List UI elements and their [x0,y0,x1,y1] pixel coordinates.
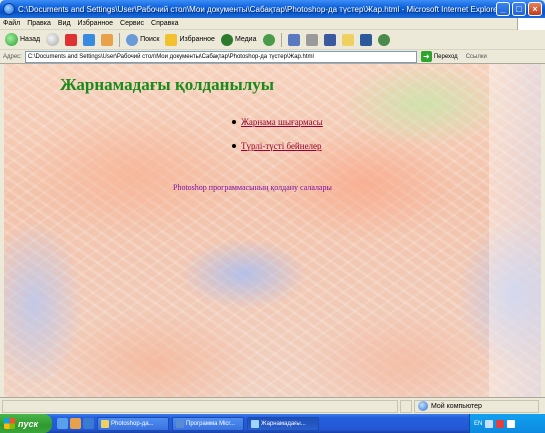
quick-launch-icon[interactable] [57,418,68,429]
security-zone: Мой компьютер [414,399,539,413]
status-bar: Мой компьютер [0,397,545,414]
start-label: пуск [18,418,39,429]
internet-explorer-icon [251,419,259,428]
forward-arrow-icon [46,33,60,46]
close-button[interactable]: × [528,2,542,16]
taskbar: пуск Photoshop-да... Программа Micr... Ж… [0,414,545,433]
tray-icon[interactable] [496,419,505,428]
taskbar-item-folder[interactable]: Photoshop-да... [97,416,169,431]
address-bar: Адрес: C:\Documents and Settings\User\Ра… [0,50,545,64]
messenger-icon [359,33,372,46]
search-button[interactable]: Поиск [124,32,161,48]
go-label: Переход [433,53,458,60]
task-label: Программа Micr... [186,420,236,427]
media-button[interactable]: Медиа [219,32,259,48]
start-button[interactable]: пуск [0,414,52,433]
toolbar-divider [280,32,282,47]
favorites-button[interactable]: Избранное [163,32,216,48]
menu-favorites[interactable]: Избранное [78,20,113,27]
task-label: Photoshop-да... [111,420,154,427]
minimize-button[interactable]: _ [496,2,510,16]
window-controls: _ □ × [496,2,542,16]
search-icon [126,33,139,46]
computer-icon [418,401,428,411]
status-text [2,399,398,413]
favorites-label: Избранное [179,36,215,43]
bullet-icon [232,120,236,124]
system-tray: EN [469,414,545,433]
address-label: Адрес: [3,53,22,60]
page-menu: Жарнама шығармасы Түрлі-түсті бейнелер [232,117,323,165]
status-cell [400,399,412,413]
stop-icon [65,33,78,46]
search-label: Поиск [140,36,160,43]
background-decoration [489,64,541,397]
menu-link-color-images[interactable]: Түрлі-түсті бейнелер [241,141,322,151]
menu-view[interactable]: Вид [58,20,71,27]
list-item: Жарнама шығармасы [232,117,323,127]
print-icon [305,33,318,46]
history-button[interactable] [261,32,277,48]
messenger-button[interactable] [358,32,374,48]
scrollbar[interactable] [541,64,545,397]
menu-bar: Файл Правка Вид Избранное Сервис Справка [0,18,545,30]
folder-button[interactable] [340,32,356,48]
task-label: Жарнамадағы... [261,420,306,427]
internet-explorer-icon [3,3,15,15]
title-bar: C:\Documents and Settings\User\Рабочий с… [0,0,545,18]
forward-button[interactable] [44,32,61,48]
menu-edit[interactable]: Правка [27,20,51,27]
mail-icon [287,33,300,46]
star-icon [165,33,178,46]
quick-launch-icon[interactable] [83,418,94,429]
page-heading: Жарнамадағы қолданылуы [60,75,275,94]
stop-button[interactable] [63,32,79,48]
go-arrow-icon: ➜ [420,51,432,62]
quick-launch-icon[interactable] [70,418,81,429]
zone-label: Мой компьютер [431,402,482,410]
menu-tools[interactable]: Сервис [120,20,144,27]
page-subtitle: Photoshop программасының қолдану салалар… [173,183,332,192]
back-button[interactable]: Назад [3,32,42,48]
folder-icon [101,419,109,428]
folder-icon [341,33,354,46]
windows-logo-icon [517,18,545,30]
tray-icon[interactable] [507,419,516,428]
menu-help[interactable]: Справка [151,20,178,27]
mail-button[interactable] [286,32,302,48]
research-icon [377,33,390,46]
history-icon [262,33,275,46]
home-icon [101,33,114,46]
media-label: Медиа [234,36,257,43]
page-content: Жарнамадағы қолданылуы Жарнама шығармасы… [4,64,541,397]
back-arrow-icon [5,33,18,46]
edit-button[interactable] [322,32,338,48]
go-button[interactable]: ➜ Переход [417,51,462,62]
edit-icon [323,33,336,46]
list-item: Түрлі-түсті бейнелер [232,141,323,151]
research-button[interactable] [376,32,392,48]
program-icon [176,419,184,428]
window-title: C:\Documents and Settings\User\Рабочий с… [18,4,501,14]
home-button[interactable] [99,32,115,48]
taskbar-item-browser[interactable]: Жарнамадағы... [247,416,319,431]
refresh-icon [83,33,96,46]
taskbar-item-program[interactable]: Программа Micr... [172,416,244,431]
windows-flag-icon [4,418,15,429]
back-label: Назад [20,36,41,43]
refresh-button[interactable] [81,32,97,48]
toolbar-divider [119,32,121,47]
language-indicator[interactable]: EN [474,421,482,427]
print-button[interactable] [304,32,320,48]
toolbar: Назад Поиск Избранное Медиа [0,30,545,50]
bullet-icon [232,144,236,148]
menu-file[interactable]: Файл [3,20,20,27]
media-icon [220,33,233,46]
address-input[interactable]: C:\Documents and Settings\User\Рабочий с… [24,50,417,63]
quick-launch [57,418,94,429]
maximize-button[interactable]: □ [512,2,526,16]
tray-icon[interactable] [485,419,494,428]
links-button[interactable]: Ссылки [462,54,487,60]
menu-link-advertising[interactable]: Жарнама шығармасы [241,117,323,127]
